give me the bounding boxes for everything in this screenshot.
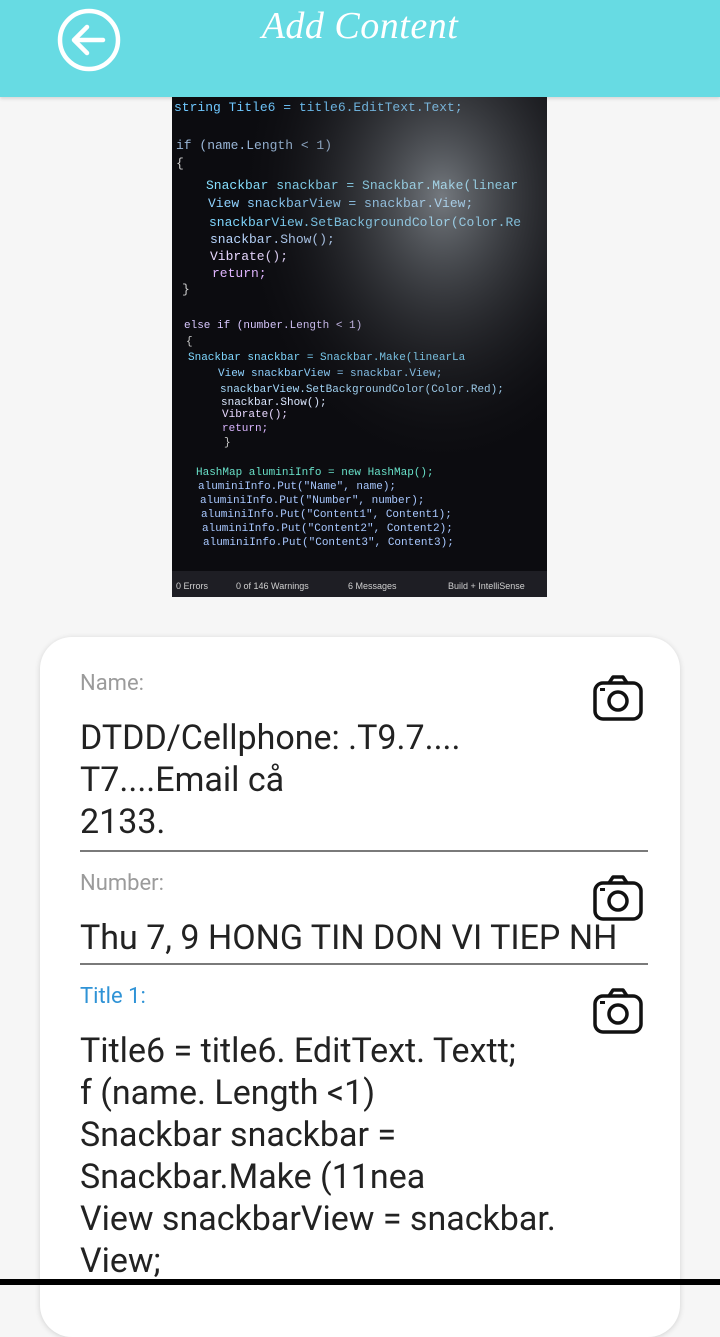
title1-label: Title 1: — [80, 984, 146, 1009]
app-bar: Add Content — [0, 0, 720, 97]
number-camera-button[interactable] — [592, 873, 644, 925]
camera-icon — [593, 675, 643, 721]
system-nav-edge — [0, 1279, 720, 1285]
name-field[interactable]: DTDD/Cellphone: .T9.7.... T7....Email cå… — [80, 717, 610, 843]
name-camera-button[interactable] — [592, 673, 644, 725]
status-bar-text: 0 Errors — [176, 581, 209, 591]
name-field-underline — [80, 850, 648, 852]
content-photo[interactable]: string Title6 = title6.EditText.Text;if … — [172, 97, 547, 597]
camera-icon — [593, 875, 643, 921]
title1-camera-button[interactable] — [592, 986, 644, 1038]
title1-field[interactable]: Title6 = title6. EditText. Textt; f (nam… — [80, 1030, 610, 1282]
content-form-card: Name: DTDD/Cellphone: .T9.7.... T7....Em… — [40, 637, 680, 1337]
number-label: Number: — [80, 871, 164, 896]
camera-icon — [593, 988, 643, 1034]
status-bar-text: 0 of 146 Warnings — [236, 581, 309, 591]
page-title: Add Content — [261, 5, 459, 47]
status-bar-text: Build + IntelliSense — [448, 581, 525, 591]
number-field[interactable]: Thu 7, 9 HONG TIN DON VI TIEP NH — [80, 917, 648, 959]
name-label: Name: — [80, 671, 144, 696]
number-field-underline — [80, 963, 648, 965]
code-photo-image: string Title6 = title6.EditText.Text;if … — [172, 97, 547, 597]
status-bar-text: 6 Messages — [348, 581, 397, 591]
